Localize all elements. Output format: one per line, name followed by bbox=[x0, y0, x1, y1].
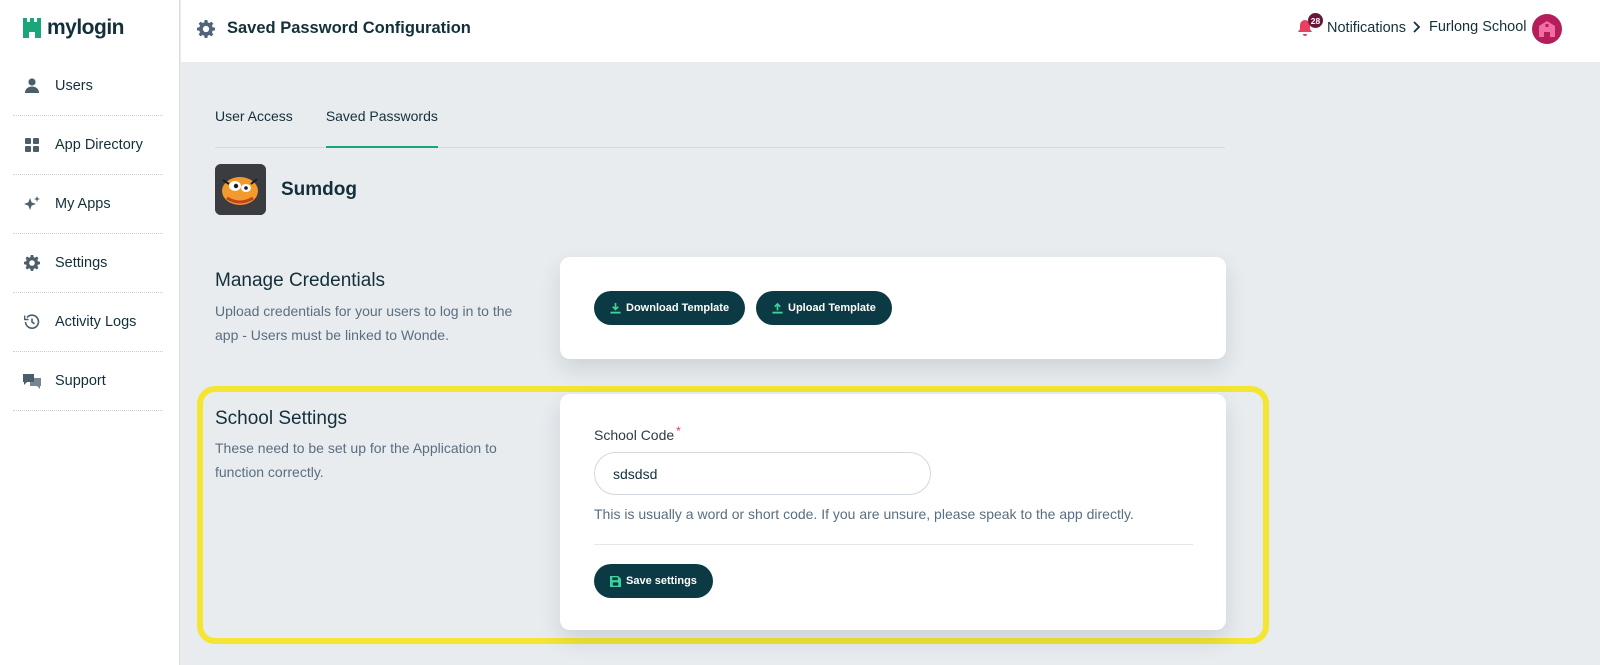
user-icon bbox=[23, 77, 41, 95]
history-icon bbox=[23, 313, 41, 331]
sidebar-item-my-apps[interactable]: My Apps bbox=[13, 175, 163, 234]
sidebar-item-settings[interactable]: Settings bbox=[13, 234, 163, 293]
bell-icon: 28 bbox=[1297, 13, 1323, 37]
sidebar-item-label: Activity Logs bbox=[55, 314, 137, 330]
gear-icon bbox=[23, 254, 41, 272]
upload-icon bbox=[772, 302, 783, 314]
sidebar-item-activity-logs[interactable]: Activity Logs bbox=[13, 293, 163, 352]
gear-icon bbox=[197, 19, 215, 38]
school-code-label-text: School Code bbox=[594, 427, 675, 443]
mylogin-logo-icon bbox=[23, 18, 41, 38]
manage-credentials-card: Download Template Upload Template bbox=[560, 257, 1226, 359]
sidebar-item-label: Support bbox=[55, 373, 106, 389]
download-template-label: Download Template bbox=[626, 302, 730, 314]
tab-bar: User Access Saved Passwords bbox=[215, 108, 1225, 148]
school-avatar[interactable] bbox=[1532, 14, 1562, 44]
divider bbox=[594, 544, 1193, 545]
sidebar-item-label: Users bbox=[55, 78, 93, 94]
sidebar-item-users[interactable]: Users bbox=[13, 57, 163, 116]
manage-credentials-description: Upload credentials for your users to log… bbox=[215, 303, 513, 343]
manage-credentials-title: Manage Credentials bbox=[215, 270, 386, 291]
school-name: Furlong School bbox=[1429, 19, 1527, 35]
school-code-input[interactable] bbox=[594, 452, 931, 495]
notifications-button[interactable]: 28 Notifications bbox=[1297, 13, 1406, 37]
school-switcher[interactable]: Furlong School bbox=[1411, 19, 1527, 35]
upload-template-button[interactable]: Upload Template bbox=[756, 291, 892, 325]
school-settings-description: These need to be set up for the Applicat… bbox=[215, 440, 497, 480]
sumdog-app-logo bbox=[215, 164, 266, 215]
notification-count-badge: 28 bbox=[1308, 13, 1323, 28]
school-settings-card: School Code* This is usually a word or s… bbox=[560, 394, 1226, 630]
download-icon bbox=[610, 302, 621, 314]
sidebar: mylogin Users App Directory My Apps Sett… bbox=[0, 0, 180, 665]
school-building-icon bbox=[1539, 21, 1555, 37]
tab-saved-passwords[interactable]: Saved Passwords bbox=[325, 108, 438, 148]
page-title-text: Saved Password Configuration bbox=[227, 19, 471, 37]
school-code-help-text: This is usually a word or short code. If… bbox=[594, 506, 1134, 522]
sidebar-item-label: App Directory bbox=[55, 137, 143, 153]
save-settings-label: Save settings bbox=[626, 575, 697, 587]
top-header: Saved Password Configuration 28 Notifica… bbox=[181, 0, 1600, 62]
sidebar-nav: Users App Directory My Apps Settings Act… bbox=[13, 57, 163, 411]
sidebar-item-label: Settings bbox=[55, 255, 108, 271]
brand-name: mylogin bbox=[47, 16, 125, 39]
grid-icon bbox=[23, 136, 41, 154]
notifications-label: Notifications bbox=[1327, 20, 1406, 36]
tab-user-access[interactable]: User Access bbox=[215, 108, 293, 147]
required-marker: * bbox=[676, 424, 681, 438]
sidebar-item-label: My Apps bbox=[55, 196, 111, 212]
app-header: Sumdog bbox=[215, 164, 357, 215]
chevron-right-icon bbox=[1413, 21, 1421, 33]
page-title: Saved Password Configuration bbox=[197, 19, 471, 38]
upload-template-label: Upload Template bbox=[788, 302, 876, 314]
chat-icon bbox=[23, 372, 41, 390]
school-code-label: School Code * bbox=[594, 424, 681, 443]
app-name: Sumdog bbox=[281, 178, 357, 200]
school-settings-title: School Settings bbox=[215, 408, 348, 429]
download-template-button[interactable]: Download Template bbox=[594, 291, 746, 325]
sidebar-item-app-directory[interactable]: App Directory bbox=[13, 116, 163, 175]
brand-logo[interactable]: mylogin bbox=[22, 16, 125, 40]
save-settings-button[interactable]: Save settings bbox=[594, 564, 713, 598]
sparkle-icon bbox=[23, 195, 41, 213]
save-icon bbox=[610, 575, 621, 587]
sidebar-item-support[interactable]: Support bbox=[13, 352, 163, 411]
